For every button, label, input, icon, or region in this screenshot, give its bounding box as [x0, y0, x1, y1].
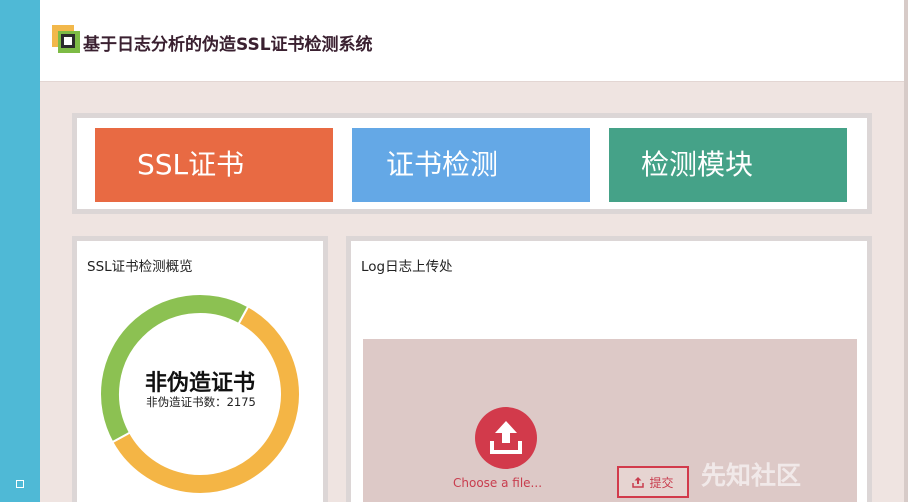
app-logo-icon: [52, 25, 82, 55]
overview-card: SSL证书检测概览 非伪造证书 非伪造证书数：2175: [72, 236, 328, 502]
left-sidebar: [0, 0, 40, 502]
donut-sub-label: 非伪造证书数：2175: [146, 395, 256, 409]
watermark: 先知社区: [701, 461, 802, 490]
window-icon[interactable]: [16, 480, 24, 488]
app-title: 基于日志分析的伪造SSL证书检测系统: [83, 35, 373, 55]
upload-title: Log日志上传处: [361, 259, 453, 275]
submit-label: 提交: [649, 475, 674, 490]
nav-panel: SSL证书 证书检测 检测模块: [72, 113, 872, 214]
donut-main-label: 非伪造证书: [144, 371, 255, 396]
detection-module-button[interactable]: 检测模块: [609, 128, 847, 202]
upload-dropzone[interactable]: Choose a file... 提交 先知社区: [363, 339, 857, 502]
submit-upload-icon: [632, 477, 645, 488]
certificate-detection-button[interactable]: 证书检测: [352, 128, 590, 202]
upload-card: Log日志上传处 Choose a file... 提交 先知社区: [346, 236, 872, 502]
overview-title: SSL证书检测概览: [87, 259, 193, 275]
app-header: 基于日志分析的伪造SSL证书检测系统: [40, 0, 904, 82]
choose-file-link[interactable]: Choose a file...: [453, 476, 542, 490]
ssl-certificate-button[interactable]: SSL证书: [95, 128, 333, 202]
scrollbar-edge: [904, 0, 908, 502]
submit-button[interactable]: 提交: [617, 466, 689, 498]
upload-icon[interactable]: [475, 407, 537, 469]
